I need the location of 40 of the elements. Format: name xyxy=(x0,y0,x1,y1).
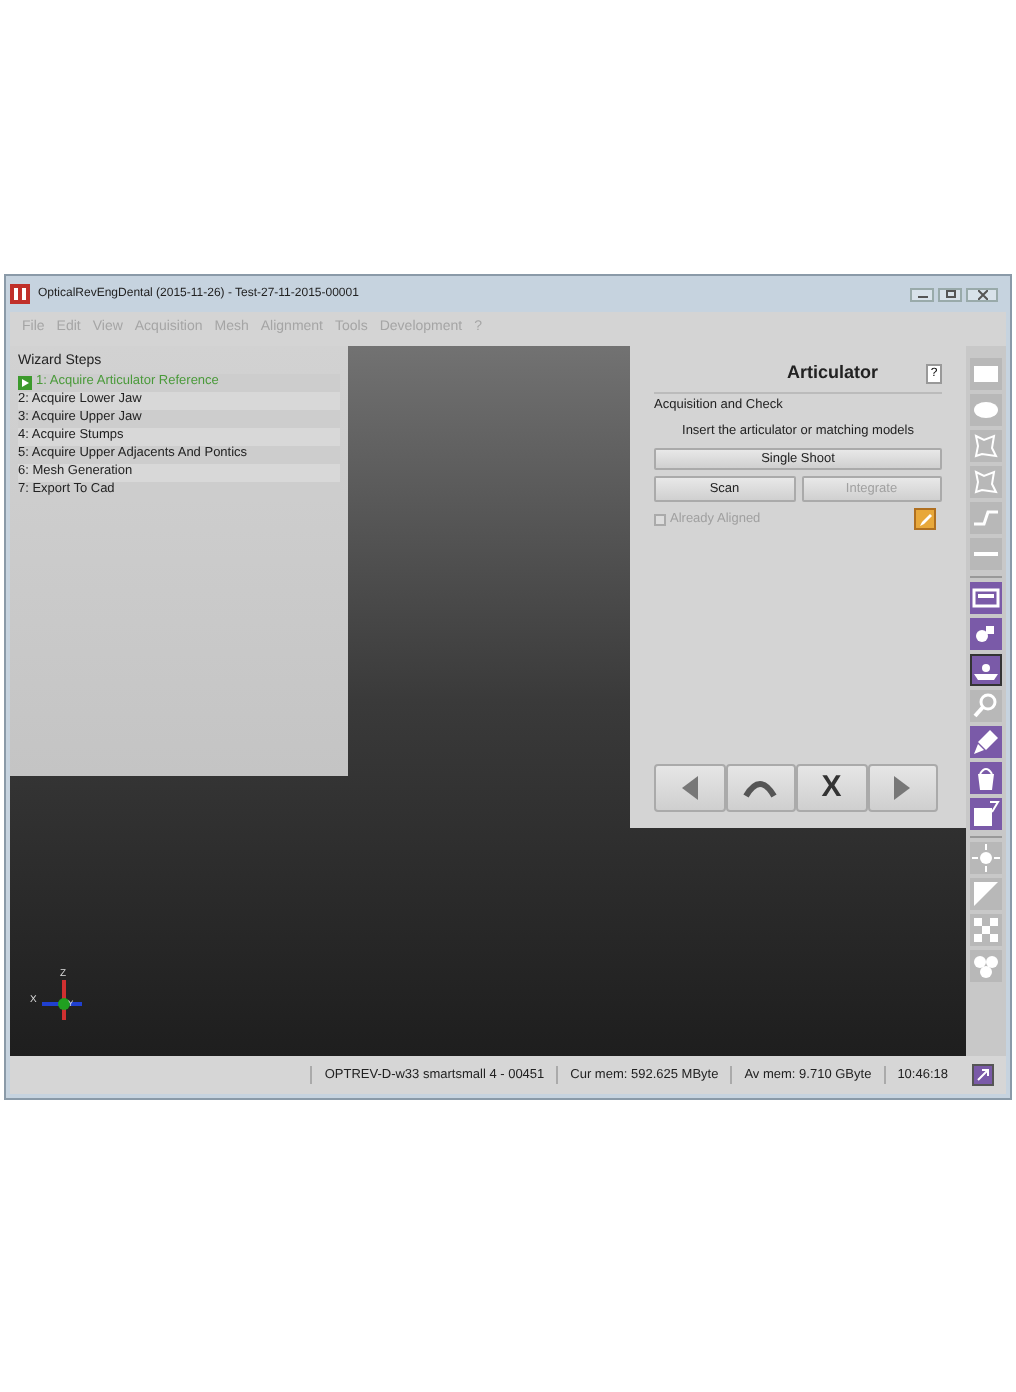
magnifier-icon xyxy=(972,692,1000,720)
panel-title: Articulator xyxy=(786,360,878,387)
resize-icon xyxy=(976,1068,990,1082)
screen-icon xyxy=(972,584,1000,612)
checker-icon xyxy=(972,916,1000,944)
brush-icon xyxy=(972,728,1000,756)
minimize-button[interactable] xyxy=(910,287,934,301)
fill-square-icon xyxy=(972,800,1000,828)
nav-button[interactable] xyxy=(867,764,938,813)
nav-button[interactable]: X xyxy=(796,764,867,813)
status-button[interactable] xyxy=(972,1064,994,1086)
close-button[interactable] xyxy=(966,287,998,301)
edit-button[interactable] xyxy=(914,508,936,531)
app-logo-icon xyxy=(10,284,30,304)
maximize-button[interactable] xyxy=(938,287,962,301)
pencil-icon xyxy=(919,513,931,526)
rectangle-icon xyxy=(972,360,1000,388)
ellipse-icon xyxy=(972,396,1000,424)
tool-button[interactable] xyxy=(970,726,1002,758)
close-icon xyxy=(977,289,987,299)
arc-icon xyxy=(742,778,779,799)
left-arrow-icon xyxy=(679,774,700,803)
tool-button[interactable] xyxy=(970,762,1002,794)
paint-icon xyxy=(972,620,1000,648)
lasso-icon xyxy=(972,468,1000,496)
maximize-icon xyxy=(945,290,955,298)
lasso-icon xyxy=(972,432,1000,460)
flower-icon xyxy=(972,952,1000,980)
gradient-icon xyxy=(972,880,1000,908)
nav-button[interactable] xyxy=(725,764,796,813)
tool-button[interactable] xyxy=(970,618,1002,650)
sun-icon xyxy=(972,844,1000,872)
tool-button[interactable] xyxy=(970,654,1002,686)
bucket-icon xyxy=(972,764,1000,792)
nav-button[interactable] xyxy=(654,764,725,813)
play-icon xyxy=(18,376,32,390)
tool-button[interactable] xyxy=(970,798,1002,830)
right-arrow-icon xyxy=(892,774,913,803)
minimize-icon xyxy=(917,295,927,299)
tool-button[interactable] xyxy=(970,582,1002,614)
